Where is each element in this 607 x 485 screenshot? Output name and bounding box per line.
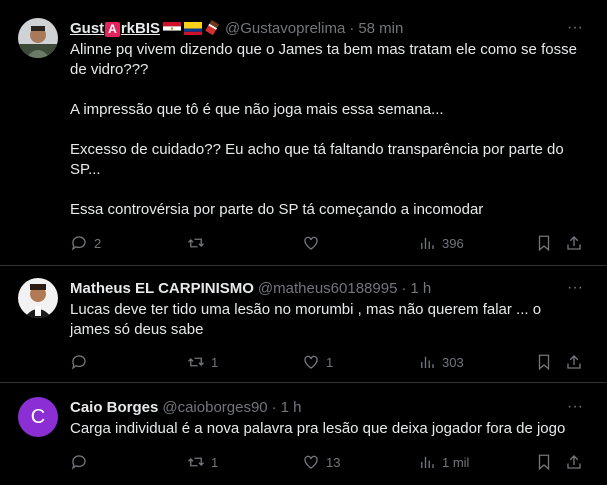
handle[interactable]: @Gustavoprelima: [225, 20, 345, 37]
reply-button[interactable]: 2: [70, 233, 101, 253]
bookmark-button[interactable]: [535, 233, 553, 253]
display-name-suffix: rkBIS: [120, 19, 161, 37]
bookmark-icon: [538, 454, 550, 471]
tweet-paragraph: Essa controvérsia por parte do SP tá com…: [70, 201, 484, 218]
heart-icon: [304, 455, 318, 469]
separator-dot: ·: [349, 19, 355, 37]
tweet[interactable]: C Caio Borges @caioborges90 · 1 h ··· Ca…: [0, 383, 607, 485]
heart-icon: [304, 355, 318, 369]
bookmark-button[interactable]: [535, 452, 553, 472]
timestamp[interactable]: 58 min: [358, 20, 403, 37]
timestamp[interactable]: 1 h: [410, 280, 431, 297]
share-icon: [567, 455, 581, 469]
tweet-text: Carga individual é a nova palavra pra le…: [70, 419, 585, 439]
tweet[interactable]: GustArkBIS @Gustavoprelima · 58 min ···: [0, 0, 607, 266]
repost-button[interactable]: 1: [187, 452, 218, 472]
more-options-icon[interactable]: ···: [565, 18, 585, 38]
tweet-actions: 1 13 1 mil: [70, 452, 585, 472]
views-count: 1 mil: [442, 454, 470, 470]
reply-button[interactable]: [70, 452, 94, 472]
chocolate-bar-icon: [205, 20, 219, 35]
views-icon: [421, 456, 434, 468]
views-button[interactable]: 1 mil: [418, 452, 469, 472]
like-count: 13: [326, 454, 341, 470]
tweet-header: Gust ArkBIS @Gustavoprelima · 58 min: [70, 18, 567, 38]
letter-badge: A: [105, 21, 120, 37]
repost-count: 1: [211, 454, 219, 470]
like-button[interactable]: 1: [302, 352, 333, 372]
reply-count: 2: [94, 235, 102, 251]
tweet-feed: GustArkBIS @Gustavoprelima · 58 min ···: [0, 0, 607, 485]
like-button[interactable]: 13: [302, 452, 340, 472]
handle[interactable]: @matheus60188995: [258, 280, 398, 297]
heart-icon: [304, 236, 318, 250]
repost-button[interactable]: 1: [187, 352, 218, 372]
avatar[interactable]: [18, 18, 58, 58]
avatar-letter: C: [30, 405, 46, 428]
display-name[interactable]: Caio Borges: [70, 399, 158, 416]
bookmark-icon: [538, 354, 550, 371]
repost-icon: [188, 457, 204, 467]
reply-icon: [71, 455, 86, 470]
avatar[interactable]: [18, 278, 58, 318]
tweet-actions: 1 1 303: [70, 352, 585, 372]
flag-colombia-icon: [184, 21, 203, 35]
tweet-paragraph: A impressão que tô é que não joga mais e…: [70, 101, 444, 118]
repost-button[interactable]: [187, 233, 211, 253]
display-name-prefix: Gust: [70, 19, 105, 37]
repost-count: 1: [211, 354, 219, 370]
bookmark-button[interactable]: [535, 352, 553, 372]
tweet-actions: 2 396: [70, 233, 585, 253]
tweet[interactable]: Matheus EL CARPINISMO @matheus60188995 ·…: [0, 266, 607, 383]
views-count: 396: [442, 235, 464, 251]
views-count: 303: [442, 354, 464, 370]
share-button[interactable]: [565, 352, 583, 372]
views-icon: [421, 237, 434, 249]
handle[interactable]: @caioborges90: [162, 399, 267, 416]
like-button[interactable]: [302, 233, 326, 253]
separator-dot: ·: [271, 398, 277, 416]
tweet-text: Lucas deve ter tido uma lesão no morumbi…: [70, 300, 585, 340]
tweet-text: Alinne pq vivem dizendo que o James ta b…: [70, 40, 585, 220]
tweet-paragraph: Carga individual é a nova palavra pra le…: [70, 420, 566, 437]
views-button[interactable]: 303: [418, 352, 464, 372]
separator-dot: ·: [401, 279, 407, 297]
reply-icon: [71, 236, 86, 251]
more-options-icon[interactable]: ···: [565, 278, 585, 298]
views-button[interactable]: 396: [418, 233, 464, 253]
flag-egypt-icon: [163, 21, 182, 35]
reply-button[interactable]: [70, 352, 94, 372]
repost-icon: [188, 238, 204, 248]
tweet-paragraph: Alinne pq vivem dizendo que o James ta b…: [70, 41, 577, 78]
repost-icon: [188, 357, 204, 367]
tweet-header: Matheus EL CARPINISMO @matheus60188995 ·…: [70, 278, 567, 298]
views-icon: [421, 356, 434, 368]
share-button[interactable]: [565, 452, 583, 472]
tweet-paragraph: Excesso de cuidado?? Eu acho que tá falt…: [70, 141, 564, 178]
share-button[interactable]: [565, 233, 583, 253]
tweet-paragraph: Lucas deve ter tido uma lesão no morumbi…: [70, 301, 542, 338]
share-icon: [567, 236, 581, 250]
more-options-icon[interactable]: ···: [565, 397, 585, 417]
reply-icon: [71, 355, 86, 370]
share-icon: [567, 355, 581, 369]
display-name[interactable]: Matheus EL CARPINISMO: [70, 280, 254, 297]
avatar[interactable]: C: [18, 397, 58, 437]
timestamp[interactable]: 1 h: [281, 399, 302, 416]
tweet-header: Caio Borges @caioborges90 · 1 h: [70, 397, 567, 417]
like-count: 1: [326, 354, 334, 370]
display-name[interactable]: Gust ArkBIS: [70, 20, 160, 37]
bookmark-icon: [538, 235, 550, 252]
